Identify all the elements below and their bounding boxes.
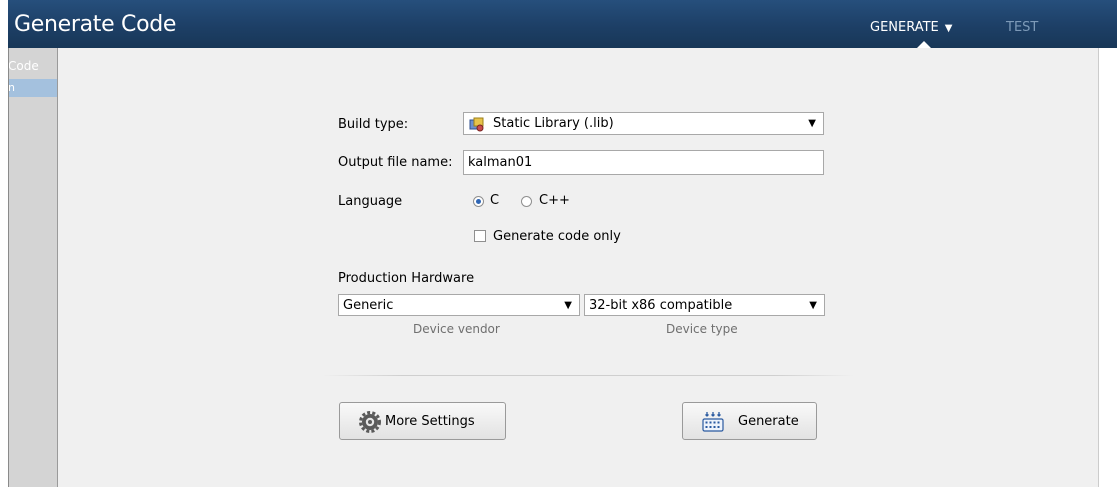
device-type-value: 32-bit x86 compatible: [589, 298, 733, 313]
caret-down-icon: ▼: [944, 23, 953, 34]
generate-code-only-label[interactable]: Generate code only: [493, 229, 621, 244]
generate-code-icon: [702, 412, 724, 432]
device-type-caption: Device type: [666, 322, 738, 336]
caret-down-icon: ▼: [809, 300, 817, 311]
generate-button[interactable]: Generate: [682, 402, 817, 440]
language-c-label[interactable]: C: [490, 193, 499, 208]
build-type-label: Build type:: [338, 117, 409, 132]
library-icon: [469, 117, 484, 132]
gear-icon: [359, 411, 381, 433]
language-cpp-label[interactable]: C++: [539, 193, 570, 208]
tab-generate[interactable]: GENERATE ▼: [870, 20, 952, 35]
tab-generate-label: GENERATE: [870, 20, 939, 35]
device-vendor-value: Generic: [343, 298, 394, 313]
left-sidebar-selected-item[interactable]: n: [8, 79, 57, 97]
tab-test[interactable]: TEST: [1006, 20, 1038, 35]
caret-down-icon: ▼: [808, 118, 816, 129]
right-pane: [1098, 48, 1117, 487]
left-sidebar-item-code[interactable]: Code: [8, 59, 39, 73]
production-hardware-label: Production Hardware: [338, 271, 475, 286]
device-type-dropdown[interactable]: 32-bit x86 compatible ▼: [584, 294, 825, 316]
build-type-value: Static Library (.lib): [493, 116, 614, 131]
generate-label: Generate: [738, 414, 799, 429]
language-c-radio[interactable]: [473, 196, 484, 207]
more-settings-label: More Settings: [385, 414, 475, 429]
separator: [322, 375, 854, 376]
language-cpp-radio[interactable]: [521, 196, 532, 207]
left-sidebar-selected-label: n: [8, 81, 15, 94]
build-type-dropdown[interactable]: Static Library (.lib) ▼: [463, 112, 824, 135]
device-vendor-dropdown[interactable]: Generic ▼: [338, 294, 580, 316]
title-bar: Generate Code GENERATE ▼ TEST: [8, 0, 1117, 49]
device-vendor-caption: Device vendor: [413, 322, 500, 336]
caret-down-icon: ▼: [564, 300, 572, 311]
sidebar-divider: [8, 48, 9, 487]
output-file-name-input[interactable]: [463, 150, 824, 175]
generate-code-only-checkbox[interactable]: [474, 230, 486, 242]
more-settings-button[interactable]: More Settings: [339, 402, 506, 440]
language-label: Language: [338, 194, 403, 209]
left-sidebar: Code n: [8, 48, 57, 487]
output-file-name-label: Output file name:: [338, 155, 453, 170]
app-title: Generate Code: [14, 12, 177, 37]
